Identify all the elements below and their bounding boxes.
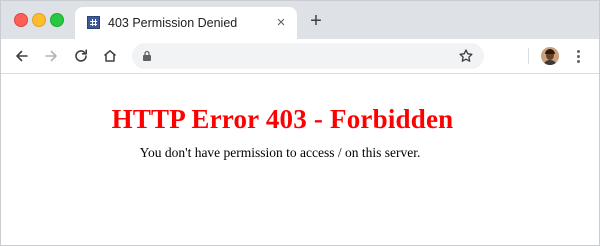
minimize-window-button[interactable] [32, 13, 46, 27]
lock-icon [143, 50, 151, 61]
toolbar-divider [528, 48, 529, 64]
forward-button[interactable] [42, 47, 60, 65]
maximize-window-button[interactable] [50, 13, 64, 27]
avatar-icon[interactable] [541, 47, 559, 65]
tab-strip: 403 Permission Denied × + [1, 1, 599, 39]
error-message: You don't have permission to access / on… [139, 145, 421, 160]
address-bar[interactable] [132, 43, 484, 69]
home-icon [104, 50, 116, 62]
arrow-left-icon [16, 50, 28, 62]
page-content: HTTP Error 403 - Forbidden You don't hav… [1, 74, 599, 245]
tab-403-permission-denied[interactable]: 403 Permission Denied × [75, 7, 297, 39]
toolbar [1, 39, 599, 74]
reload-icon [75, 49, 87, 62]
reload-button[interactable] [72, 47, 90, 65]
error-heading: HTTP Error 403 - Forbidden [111, 104, 454, 134]
grid-icon [87, 16, 100, 29]
more-vert-icon[interactable] [573, 47, 585, 65]
new-tab-button[interactable]: + [306, 11, 326, 31]
home-button[interactable] [101, 47, 119, 65]
back-button[interactable] [13, 47, 31, 65]
browser-window: 403 Permission Denied × + HTTP Error 403… [0, 0, 600, 246]
arrow-right-icon [45, 50, 57, 62]
tab-title: 403 Permission Denied [108, 16, 238, 30]
close-icon[interactable]: × [273, 15, 289, 31]
close-window-button[interactable] [14, 13, 28, 27]
star-icon[interactable] [458, 48, 474, 64]
